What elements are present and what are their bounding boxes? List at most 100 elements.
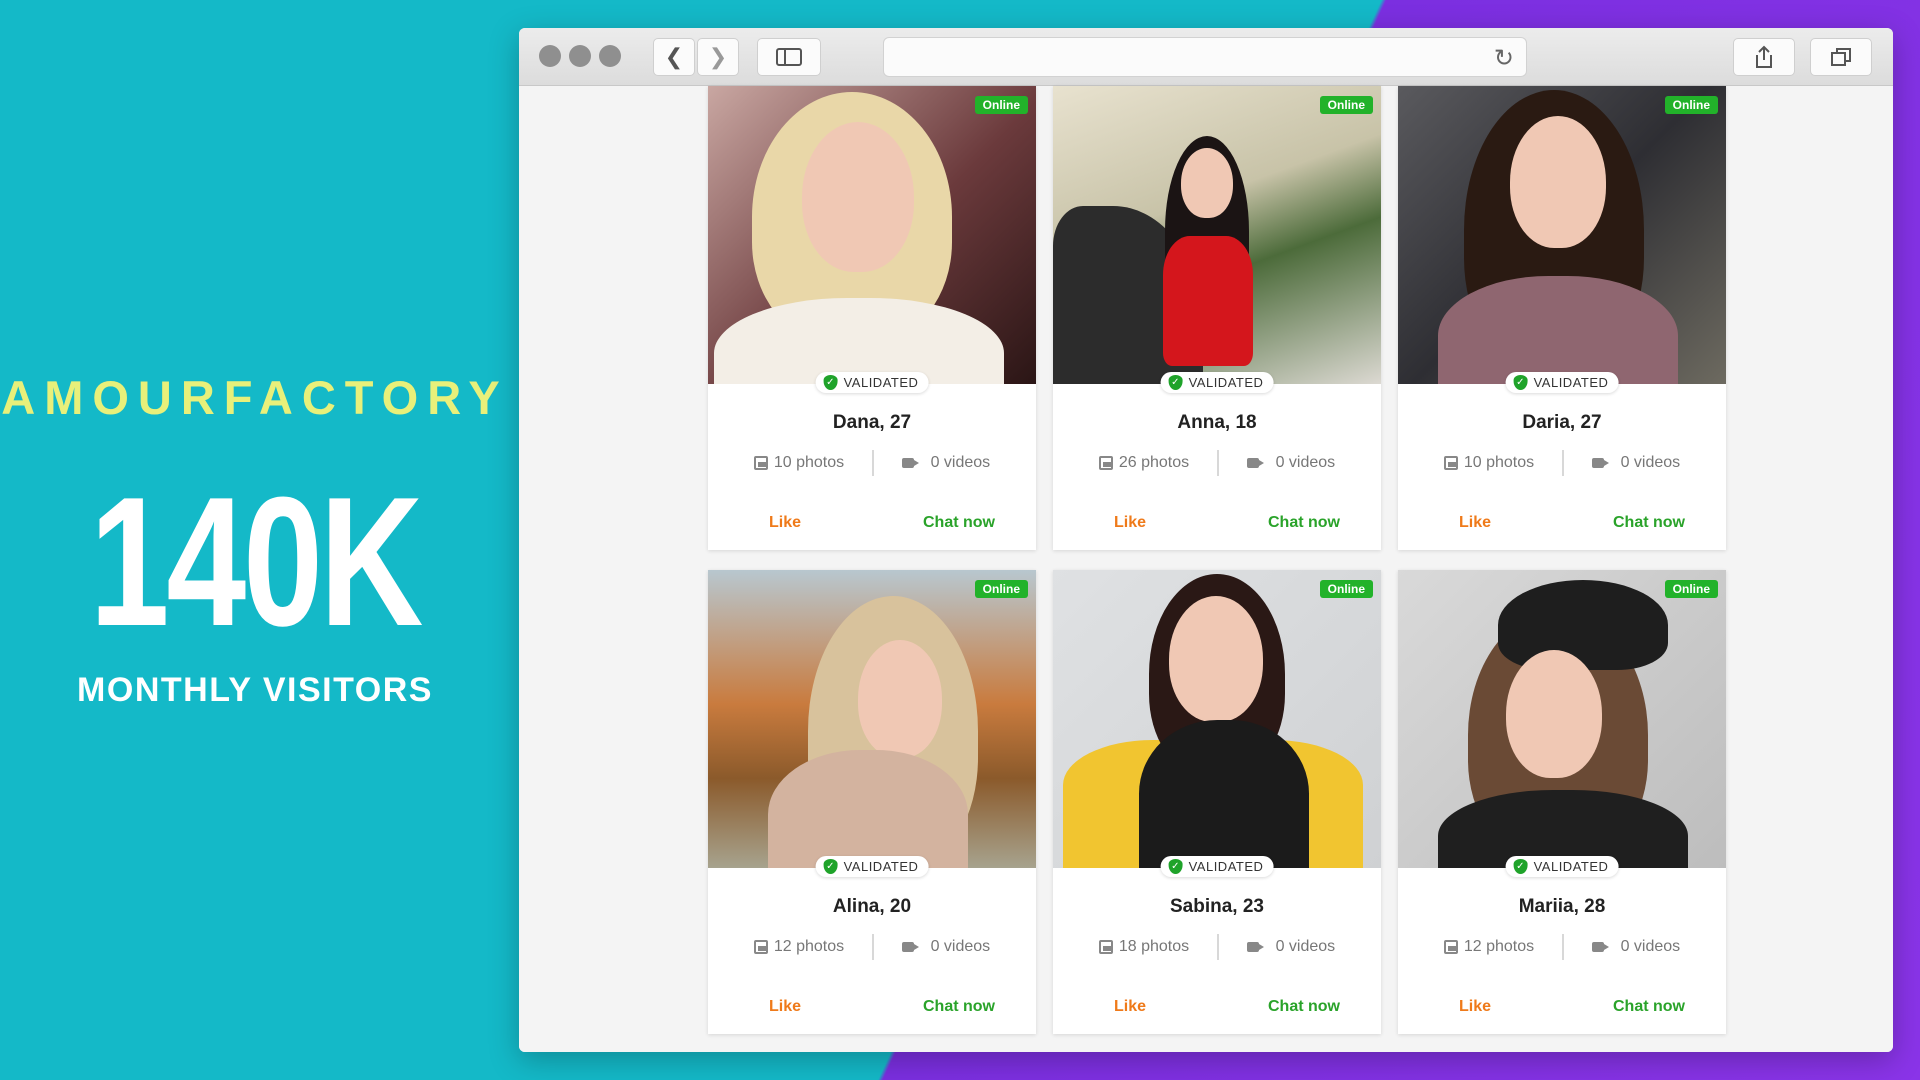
reload-icon[interactable]: ↻ <box>1494 44 1514 73</box>
profile-name: Mariia, 28 <box>1518 896 1606 917</box>
profile-media-counts: 18 photos 0 videos <box>1053 934 1381 960</box>
profile-media-counts: 26 photos 0 videos <box>1053 450 1381 476</box>
divider <box>1217 934 1220 960</box>
chat-now-button[interactable]: Chat now <box>1562 514 1726 532</box>
validated-badge: ✓ VALIDATED <box>1160 856 1274 877</box>
photos-count: 10 photos <box>773 454 845 471</box>
shield-check-icon: ✓ <box>823 859 838 874</box>
photos-count: 12 photos <box>773 938 845 955</box>
profile-card[interactable]: Online ✓ VALIDATED Mariia, 28 12 photos … <box>1398 570 1726 1034</box>
divider <box>1562 934 1565 960</box>
tabs-button[interactable] <box>1810 38 1872 76</box>
close-window-dot[interactable] <box>539 45 561 67</box>
like-button[interactable]: Like <box>708 514 872 532</box>
photos-count: 12 photos <box>1463 938 1535 955</box>
photos-icon <box>753 456 768 470</box>
divider <box>1562 450 1565 476</box>
chat-now-button[interactable]: Chat now <box>872 514 1036 532</box>
online-badge: Online <box>1319 580 1373 598</box>
profile-photo[interactable]: Online <box>1398 570 1726 868</box>
profile-name: Anna, 18 <box>1177 412 1257 433</box>
videos-count: 0 videos <box>930 454 991 471</box>
validated-badge: ✓ VALIDATED <box>815 372 929 393</box>
profile-name: Daria, 27 <box>1522 412 1602 433</box>
validated-label: VALIDATED <box>1188 859 1264 874</box>
validated-label: VALIDATED <box>843 375 919 390</box>
validated-badge: ✓ VALIDATED <box>815 856 929 877</box>
profile-photo[interactable]: Online <box>1053 570 1381 868</box>
forward-icon: ❯ <box>708 44 728 69</box>
profile-card[interactable]: Online ✓ VALIDATED Anna, 18 26 photos 0 … <box>1053 86 1381 550</box>
validated-label: VALIDATED <box>1188 375 1264 390</box>
chat-now-button[interactable]: Chat now <box>1217 514 1381 532</box>
like-button[interactable]: Like <box>708 998 872 1016</box>
profile-card[interactable]: Online ✓ VALIDATED Daria, 27 10 photos 0… <box>1398 86 1726 550</box>
browser-window: ❮ ❯ ↻ Online ✓ VALIDATED Dana, 27 10 pho… <box>519 28 1893 1052</box>
shield-check-icon: ✓ <box>1168 859 1183 874</box>
validated-badge: ✓ VALIDATED <box>1505 856 1619 877</box>
shield-check-icon: ✓ <box>1168 375 1183 390</box>
profile-photo[interactable]: Online <box>708 570 1036 868</box>
shield-check-icon: ✓ <box>1513 375 1528 390</box>
share-button[interactable] <box>1733 38 1795 76</box>
visitors-label: MONTHLY VISITORS <box>77 671 433 709</box>
photos-icon <box>1098 940 1113 954</box>
profile-media-counts: 12 photos 0 videos <box>1398 934 1726 960</box>
like-button[interactable]: Like <box>1398 998 1562 1016</box>
shield-check-icon: ✓ <box>1513 859 1528 874</box>
validated-badge: ✓ VALIDATED <box>1505 372 1619 393</box>
chat-now-button[interactable]: Chat now <box>872 998 1036 1016</box>
divider <box>1217 450 1220 476</box>
divider <box>872 450 875 476</box>
visitors-number: 140K <box>89 458 424 664</box>
photos-icon <box>1443 940 1458 954</box>
videos-count: 0 videos <box>1620 938 1681 955</box>
profile-actions: Like Chat now <box>1398 514 1726 532</box>
validated-label: VALIDATED <box>843 859 919 874</box>
profile-actions: Like Chat now <box>1398 998 1726 1016</box>
chat-now-button[interactable]: Chat now <box>1217 998 1381 1016</box>
back-icon: ❮ <box>664 44 684 69</box>
profile-actions: Like Chat now <box>1053 998 1381 1016</box>
video-camera-icon <box>1247 942 1265 952</box>
browser-toolbar: ❮ ❯ ↻ <box>519 28 1893 86</box>
video-camera-icon <box>1592 942 1610 952</box>
video-camera-icon <box>902 458 920 468</box>
share-icon <box>1756 45 1772 68</box>
address-bar[interactable]: ↻ <box>883 37 1527 77</box>
profile-media-counts: 10 photos 0 videos <box>1398 450 1726 476</box>
profile-actions: Like Chat now <box>708 514 1036 532</box>
chat-now-button[interactable]: Chat now <box>1562 998 1726 1016</box>
promo-panel: AMOURFACTORY 140K MONTHLY VISITORS <box>0 370 510 710</box>
photos-count: 10 photos <box>1463 454 1535 471</box>
sidebar-button[interactable] <box>757 38 821 76</box>
online-badge: Online <box>974 96 1028 114</box>
profile-name: Sabina, 23 <box>1170 896 1264 917</box>
photos-count: 18 photos <box>1118 938 1190 955</box>
online-badge: Online <box>1319 96 1373 114</box>
profile-card[interactable]: Online ✓ VALIDATED Dana, 27 10 photos 0 … <box>708 86 1036 550</box>
like-button[interactable]: Like <box>1053 514 1217 532</box>
zoom-window-dot[interactable] <box>599 45 621 67</box>
minimize-window-dot[interactable] <box>569 45 591 67</box>
profile-photo[interactable]: Online <box>1398 86 1726 384</box>
videos-count: 0 videos <box>1275 938 1336 955</box>
like-button[interactable]: Like <box>1053 998 1217 1016</box>
profile-card[interactable]: Online ✓ VALIDATED Alina, 20 12 photos 0… <box>708 570 1036 1034</box>
video-camera-icon <box>1247 458 1265 468</box>
profile-name: Dana, 27 <box>832 412 912 433</box>
profile-media-counts: 12 photos 0 videos <box>708 934 1036 960</box>
video-camera-icon <box>902 942 920 952</box>
profiles-grid: Online ✓ VALIDATED Dana, 27 10 photos 0 … <box>519 86 1893 1052</box>
profile-actions: Like Chat now <box>1053 514 1381 532</box>
shield-check-icon: ✓ <box>823 375 838 390</box>
profile-photo[interactable]: Online <box>708 86 1036 384</box>
online-badge: Online <box>974 580 1028 598</box>
online-badge: Online <box>1664 580 1718 598</box>
profile-card[interactable]: Online ✓ VALIDATED Sabina, 23 18 photos … <box>1053 570 1381 1034</box>
back-button[interactable]: ❮ <box>653 38 695 76</box>
photos-icon <box>753 940 768 954</box>
like-button[interactable]: Like <box>1398 514 1562 532</box>
profile-photo[interactable]: Online <box>1053 86 1381 384</box>
forward-button[interactable]: ❯ <box>697 38 739 76</box>
